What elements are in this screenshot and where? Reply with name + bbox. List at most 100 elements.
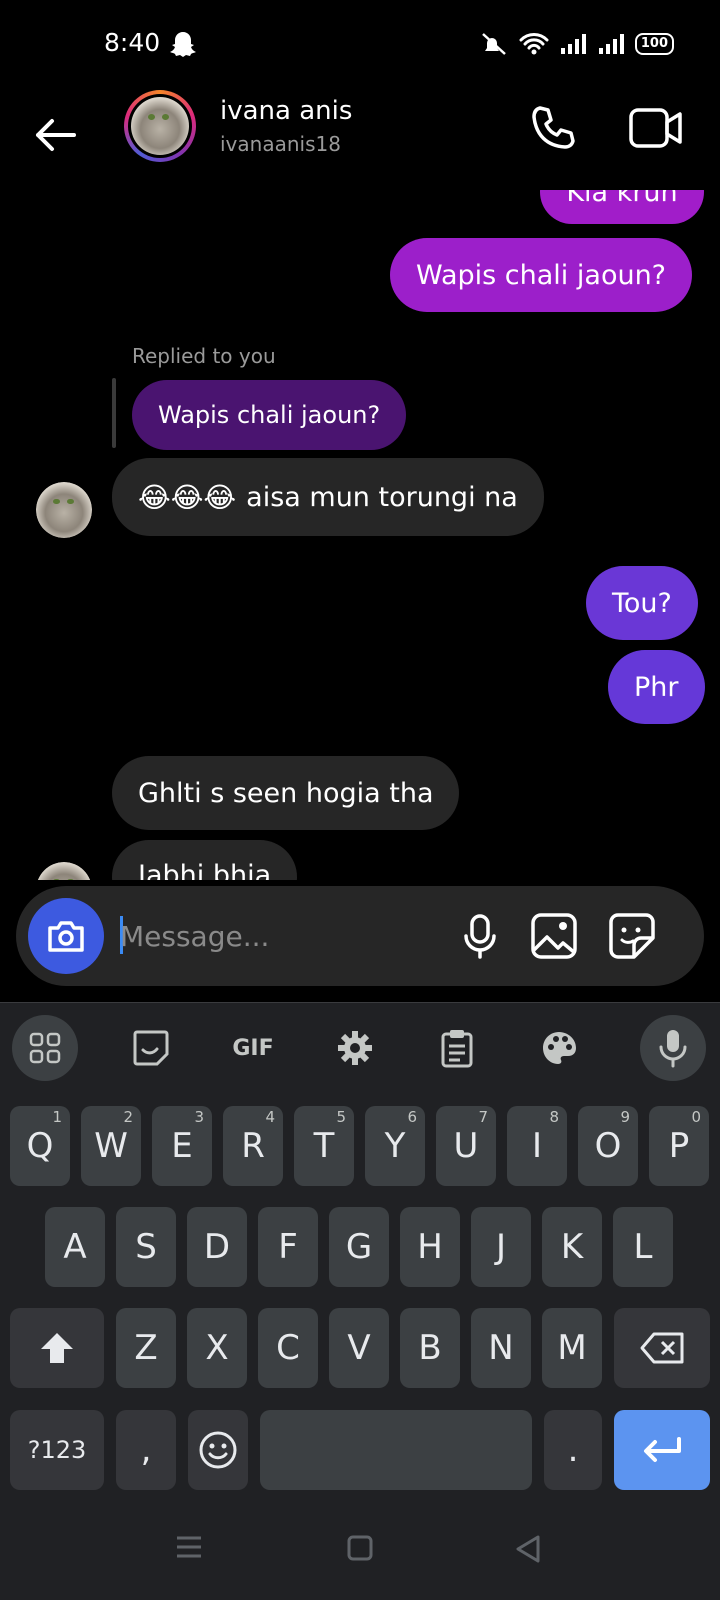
key-v[interactable]: V [329,1308,389,1388]
key-x[interactable]: X [187,1308,247,1388]
status-bar: 8:40 100 [0,0,720,90]
message-outgoing[interactable]: Wapis chali jaoun? [390,238,693,312]
key-j[interactable]: J [471,1207,531,1287]
sticker-button[interactable] [118,1015,184,1081]
key-h[interactable]: H [400,1207,460,1287]
sender-avatar[interactable] [36,482,92,538]
message-input[interactable] [120,910,450,962]
key-u[interactable]: U7 [436,1106,496,1186]
key-hint: 2 [123,1108,133,1126]
key-f[interactable]: F [258,1207,318,1287]
key-label: Q [26,1126,54,1166]
message-list[interactable]: Kia krun Wapis chali jaoun? Replied to y… [0,190,720,880]
system-navigation-bar [0,1500,720,1600]
theme-button[interactable] [526,1015,592,1081]
chat-header: ivana anis ivanaanis18 [0,90,720,190]
apps-grid-button[interactable] [12,1015,78,1081]
snapchat-ghost-icon [170,32,196,57]
voice-input-button[interactable] [640,1015,706,1081]
status-icons: 100 [479,30,674,58]
home-icon[interactable] [346,1534,374,1562]
reply-quote-bubble[interactable]: Wapis chali jaoun? [132,380,407,450]
key-hint: 9 [620,1108,630,1126]
back-arrow-icon[interactable] [30,110,80,160]
sticker-icon[interactable] [606,910,658,962]
grid-icon [29,1032,61,1064]
key-label: T [313,1126,335,1166]
key-r[interactable]: R4 [223,1106,283,1186]
enter-key[interactable] [614,1410,710,1490]
key-d[interactable]: D [187,1207,247,1287]
key-hint: 1 [52,1108,62,1126]
key-b[interactable]: B [400,1308,460,1388]
message-incoming[interactable]: Ghlti s seen hogia tha [112,756,460,830]
mute-vibrate-icon [482,33,506,55]
cat-photo [36,862,92,880]
sticker-icon [133,1030,169,1066]
key-hint: 0 [691,1108,701,1126]
key-k[interactable]: K [542,1207,602,1287]
key-l[interactable]: L [613,1207,673,1287]
key-label: E [171,1126,193,1166]
video-call-icon[interactable] [628,104,684,152]
message-incoming[interactable]: 😂😂😂 aisa mun torungi na [112,458,544,536]
key-hint: 3 [194,1108,204,1126]
key-n[interactable]: N [471,1308,531,1388]
key-y[interactable]: Y6 [365,1106,425,1186]
settings-button[interactable] [322,1015,388,1081]
enter-arrow-icon [644,1437,681,1462]
key-g[interactable]: G [329,1207,389,1287]
message-outgoing[interactable]: Kia krun [540,190,704,224]
key-label: I [531,1126,543,1166]
smiley-icon [199,1431,237,1469]
message-outgoing[interactable]: Tou? [586,566,698,640]
message-incoming[interactable]: Jabhi bhia [112,840,298,880]
key-z[interactable]: Z [116,1308,176,1388]
phone-call-icon[interactable] [530,104,578,152]
symbols-key[interactable]: ?123 [10,1410,104,1490]
comma-key[interactable]: , [116,1410,176,1490]
key-m[interactable]: M [542,1308,602,1388]
period-key[interactable]: . [544,1410,602,1490]
key-c[interactable]: C [258,1308,318,1388]
shift-key[interactable] [10,1308,104,1388]
emoji-key[interactable] [188,1410,248,1490]
camera-button[interactable] [28,898,104,974]
cat-photo [131,97,189,155]
laughing-emoji: 😂😂😂 [138,480,237,514]
key-hint: 4 [265,1108,275,1126]
backspace-key[interactable] [614,1308,710,1388]
key-s[interactable]: S [116,1207,176,1287]
contact-avatar[interactable] [124,90,196,162]
space-bar[interactable] [260,1410,532,1490]
key-e[interactable]: E3 [152,1106,212,1186]
gif-button[interactable]: GIF [220,1015,286,1081]
key-label: P [668,1126,690,1166]
key-hint: 7 [478,1108,488,1126]
contact-username: ivanaanis18 [220,132,341,156]
key-o[interactable]: O9 [578,1106,638,1186]
menu-icon[interactable] [174,1534,204,1560]
clipboard-button[interactable] [424,1015,490,1081]
key-a[interactable]: A [45,1207,105,1287]
signal-icon-2 [598,34,624,54]
key-p[interactable]: P0 [649,1106,709,1186]
contact-name[interactable]: ivana anis [220,96,352,126]
microphone-icon[interactable] [454,910,506,962]
key-label: R [241,1126,265,1166]
back-triangle-icon[interactable] [514,1534,542,1564]
key-i[interactable]: I8 [507,1106,567,1186]
key-t[interactable]: T5 [294,1106,354,1186]
backspace-icon [640,1332,684,1364]
gallery-icon[interactable] [528,910,580,962]
camera-icon [48,921,84,952]
key-w[interactable]: W2 [81,1106,141,1186]
status-time: 8:40 [104,28,161,57]
key-hint: 5 [336,1108,346,1126]
key-q[interactable]: Q1 [10,1106,70,1186]
cat-photo [36,482,92,538]
sender-avatar[interactable] [36,862,92,880]
message-outgoing[interactable]: Phr [608,650,705,724]
keyboard-toolbar: GIF [0,1002,720,1092]
key-label: Y [384,1126,406,1166]
